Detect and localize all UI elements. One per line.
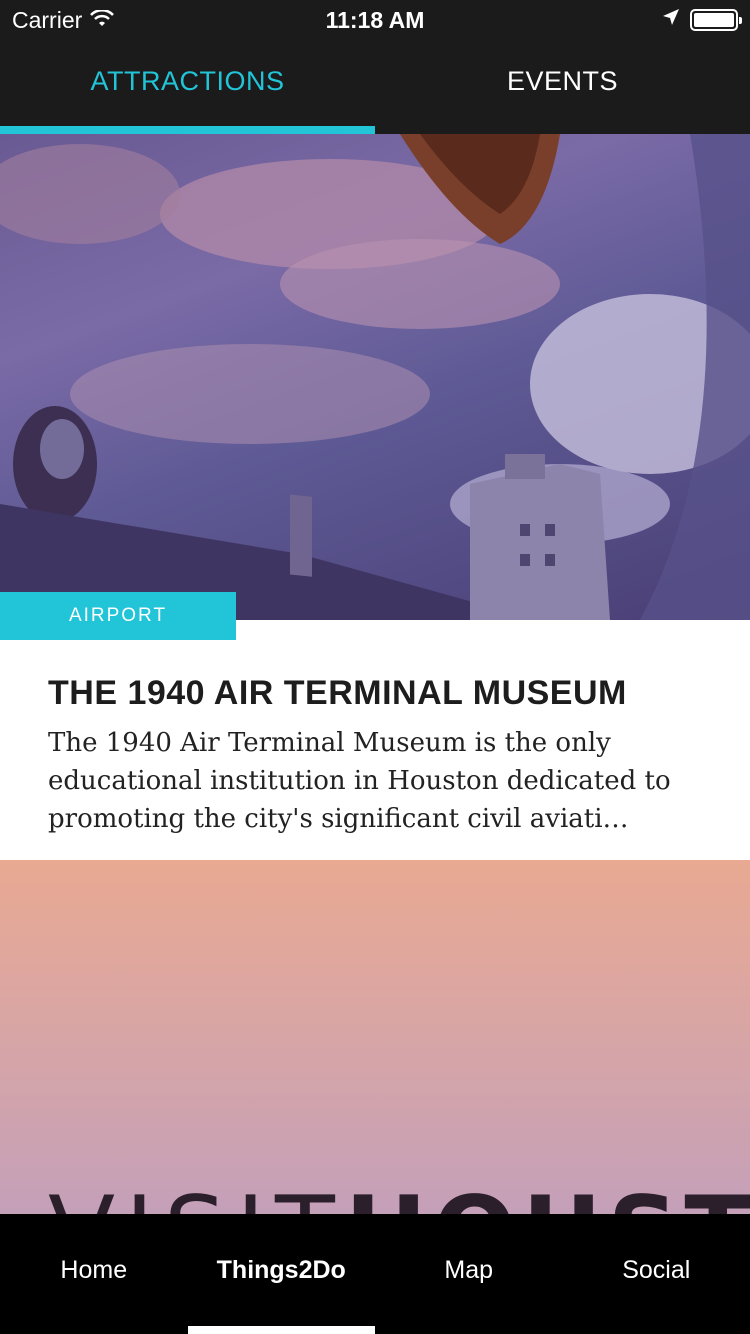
tab-attractions[interactable]: ATTRACTIONS [0,40,375,134]
tab-attractions-label: ATTRACTIONS [90,66,285,96]
attraction-image [0,134,750,620]
location-arrow-icon [662,8,680,31]
attraction-card[interactable]: AIRPORT THE 1940 AIR TERMINAL MUSEUM The… [0,134,750,860]
nav-social[interactable]: Social [563,1214,750,1334]
tab-events-label: EVENTS [506,66,619,96]
logo-houston-text: HOUSTON [345,1176,750,1214]
battery-icon [690,8,742,31]
nav-home[interactable]: Home [0,1214,188,1334]
bottom-nav: Home Things2Do Map Social [0,1214,750,1334]
nav-things2do-label: Things2Do [216,1256,346,1284]
status-right-icons [662,8,742,31]
nav-social-label: Social [622,1256,691,1284]
nav-map[interactable]: Map [375,1214,563,1334]
visit-houston-logo: VISIT HOUSTON [48,1176,750,1214]
nav-map-label: Map [444,1256,494,1284]
top-tab-bar: ATTRACTIONS EVENTS [0,40,750,134]
nav-things2do[interactable]: Things2Do [187,1214,376,1334]
visit-houston-card[interactable]: VISIT HOUSTON [0,860,750,1214]
status-time: 11:18 AM [325,7,425,33]
attraction-description: The 1940 Air Terminal Museum is the only… [48,728,671,834]
status-bar: Carrier 11:18 AM [0,0,750,40]
logo-visit-text: VISIT [48,1176,345,1214]
nav-home-label: Home [60,1256,128,1284]
attraction-title: THE 1940 AIR TERMINAL MUSEUM [48,674,627,712]
tab-events[interactable]: EVENTS [375,40,750,134]
category-badge: AIRPORT [0,592,236,640]
category-label: AIRPORT [68,605,168,626]
